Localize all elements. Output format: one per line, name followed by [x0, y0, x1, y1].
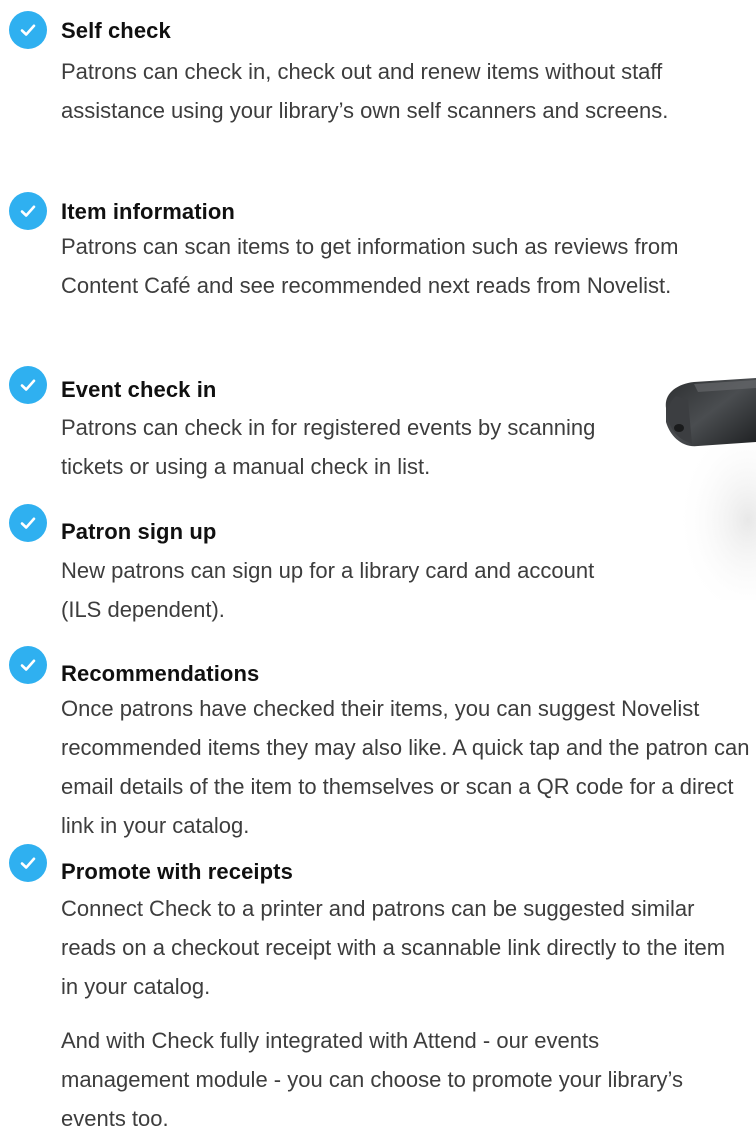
feature-description: Once patrons have checked their items, y… [61, 696, 750, 838]
feature-description: Patrons can check in for registered even… [61, 415, 596, 479]
feature-title: Promote with receipts [61, 859, 293, 884]
feature-title: Self check [61, 18, 171, 43]
feature-description: Connect Check to a printer and patrons c… [61, 896, 726, 999]
feature-title: Item information [61, 199, 235, 224]
feature-title: Recommendations [61, 661, 260, 686]
check-circle-icon [9, 11, 47, 49]
feature-title: Event check in [61, 377, 217, 402]
feature-title: Patron sign up [61, 519, 217, 544]
feature-description: Patrons can scan items to get informatio… [61, 234, 679, 298]
check-circle-icon [9, 844, 47, 882]
feature-description: New patrons can sign up for a library ca… [61, 558, 595, 622]
check-circle-icon [9, 646, 47, 684]
check-circle-icon [9, 192, 47, 230]
feature-description: Patrons can check in, check out and rene… [61, 59, 669, 123]
check-circle-icon [9, 366, 47, 404]
barcode-scanner-image [665, 378, 756, 600]
closing-paragraph: And with Check fully integrated with Att… [61, 1028, 684, 1131]
check-circle-icon [9, 504, 47, 542]
